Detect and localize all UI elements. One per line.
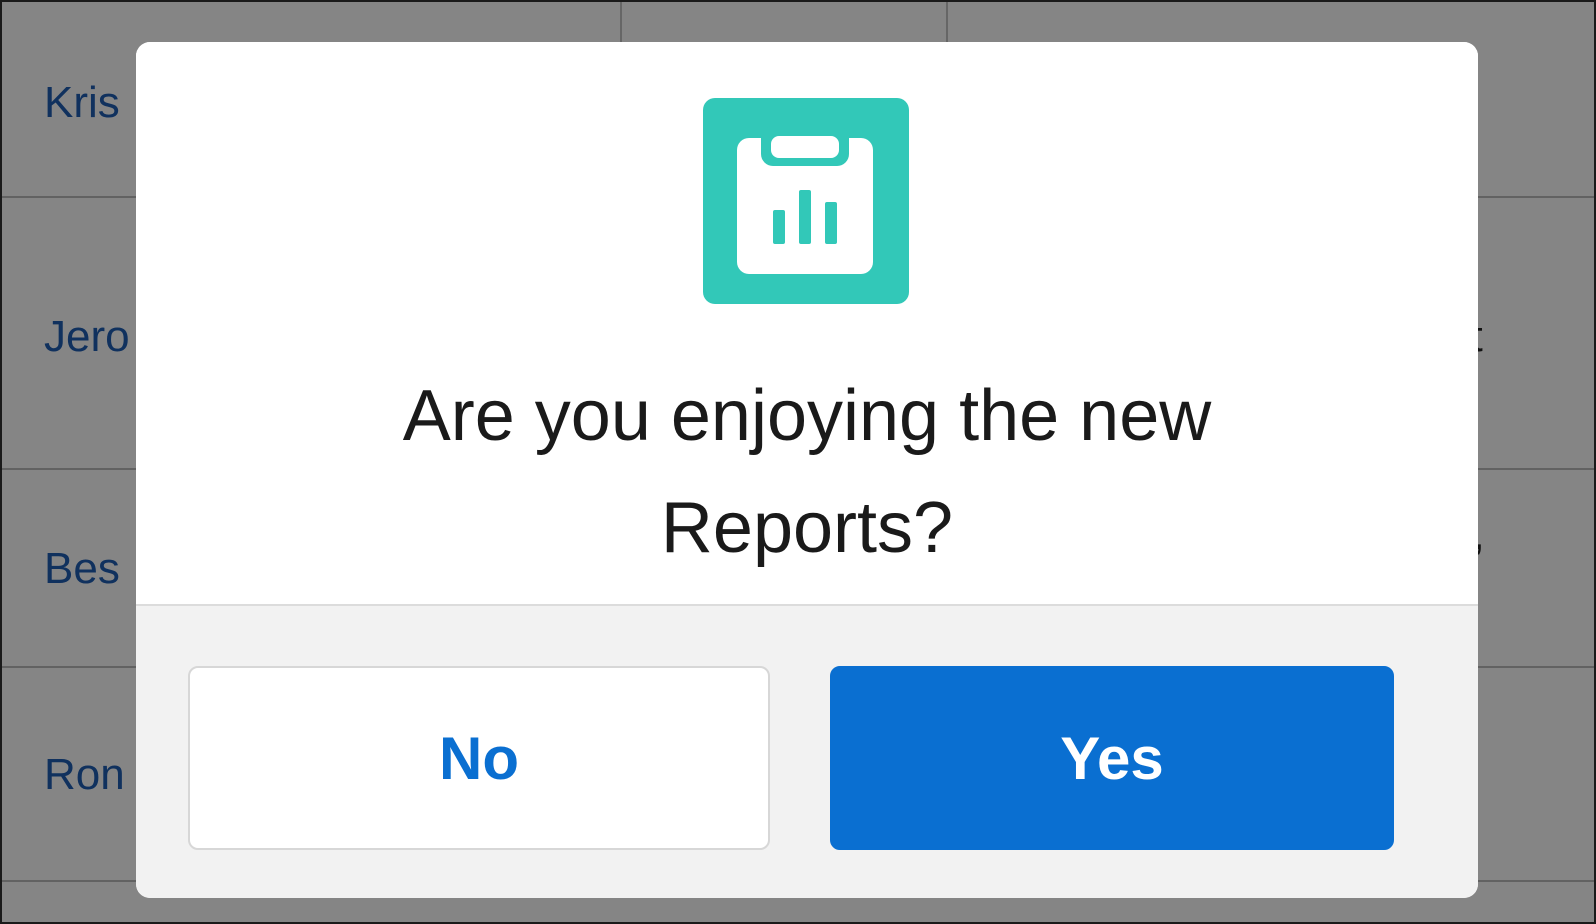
question-line-2: Reports? (660, 488, 954, 568)
modal-body: Are you enjoying the new Reports? (136, 42, 1478, 604)
modal-footer: No Yes (136, 604, 1478, 898)
yes-button[interactable]: Yes (830, 666, 1394, 850)
clipboard-chart-icon (737, 126, 873, 274)
feedback-modal: Are you enjoying the new Reports? No Yes (136, 42, 1478, 898)
modal-question: Are you enjoying the new Reports? (136, 360, 1478, 584)
no-button[interactable]: No (188, 666, 770, 850)
reports-icon (703, 98, 909, 304)
question-line-1: Are you enjoying the new (402, 376, 1212, 456)
screenshot-frame: Kris ), Jero ut Bes a, Ron 3 (0, 0, 1596, 924)
